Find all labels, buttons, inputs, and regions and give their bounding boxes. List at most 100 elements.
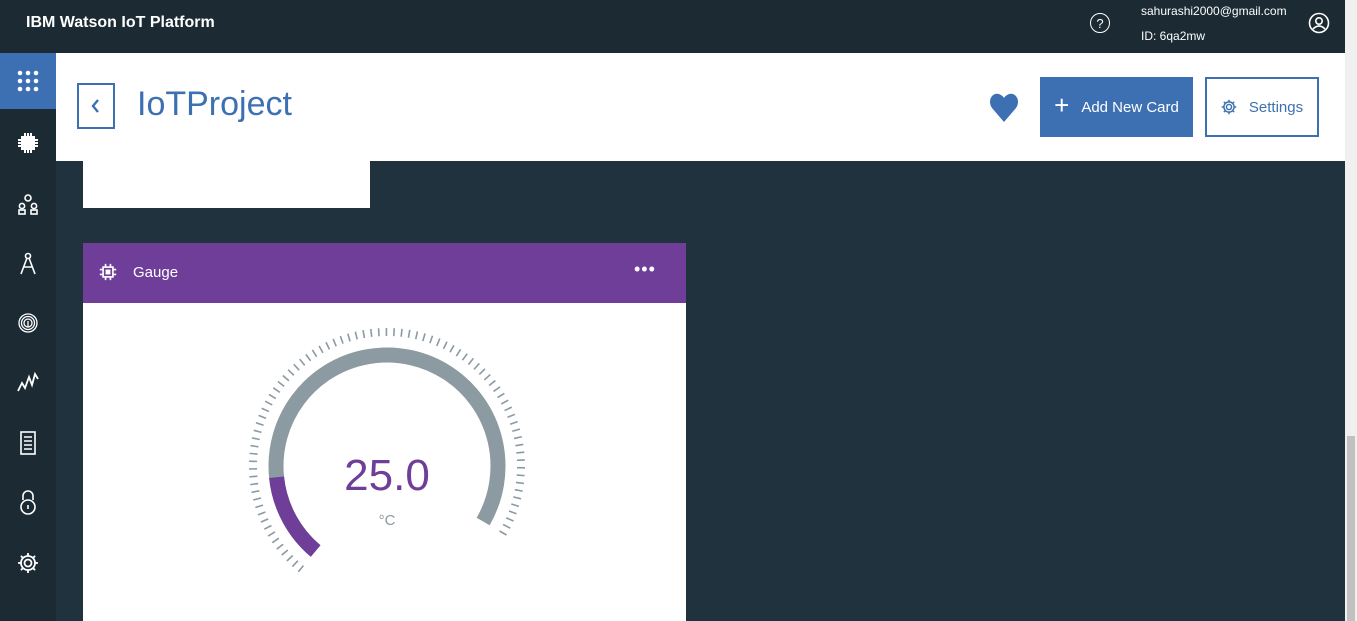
gauge-value: 25.0 — [344, 451, 430, 500]
gauge-tick — [264, 400, 273, 406]
gauge-card-title: Gauge — [133, 264, 179, 281]
gauge-tick — [281, 549, 289, 556]
user-id: ID: 6qa2mw — [1141, 29, 1206, 43]
favorite-heart-icon[interactable] — [989, 91, 1019, 123]
gauge-tick — [325, 341, 331, 350]
gauge-tick — [507, 413, 516, 419]
back-button[interactable] — [77, 83, 115, 129]
gauge-tick — [429, 335, 434, 344]
analytics-icon — [17, 371, 39, 392]
sidebar-item-analytics[interactable] — [0, 354, 56, 410]
gauge-card-header: Gauge ••• — [83, 243, 686, 303]
gauge-tick — [512, 428, 521, 433]
user-email: sahurashi2000@gmail.com — [1141, 4, 1287, 18]
gauge-tick — [286, 554, 294, 562]
gauge-tick — [249, 452, 258, 455]
scrollbar-thumb[interactable] — [1347, 436, 1355, 621]
gauge-tick — [267, 531, 276, 537]
members-icon — [18, 194, 38, 215]
gauge-tick — [502, 523, 511, 529]
gauge-tick — [414, 331, 419, 340]
gauge-tick — [449, 344, 455, 353]
gauge-tick — [473, 362, 480, 370]
gauge-tick — [508, 510, 517, 515]
gauge-tick — [504, 406, 513, 412]
gauge-tick — [347, 333, 351, 342]
card-menu-button[interactable]: ••• — [634, 259, 656, 280]
gauge-tick — [311, 349, 318, 358]
gauge-tick — [422, 333, 426, 342]
gauge-tick — [255, 422, 264, 427]
add-new-card-button[interactable]: + Add New Card — [1040, 77, 1193, 137]
board-header: IoTProject + Add New Card Settings — [56, 53, 1345, 161]
sidebar-item-security[interactable] — [0, 474, 56, 530]
compass-icon — [20, 252, 36, 275]
gauge-tick — [276, 543, 284, 550]
gauge-tick — [515, 443, 524, 447]
gauge-tick — [369, 328, 373, 337]
sidebar-item-members[interactable] — [0, 176, 56, 232]
gauge-tick — [478, 368, 486, 376]
gauge-unit: °C — [379, 512, 396, 529]
top-bar: IBM Watson IoT Platform ? sahurashi2000@… — [0, 0, 1357, 53]
gauge-tick — [509, 420, 518, 425]
device-chip-icon — [18, 133, 38, 153]
gauge-tick — [332, 338, 337, 347]
gauge-tick — [250, 482, 259, 486]
sidebar-item-apps[interactable] — [0, 53, 56, 109]
gauge-tick — [268, 393, 277, 400]
gauge-fill — [269, 476, 321, 557]
sidebar-item-devices[interactable] — [0, 115, 56, 171]
gauge-tick — [299, 358, 306, 366]
gauge-tick — [516, 474, 525, 477]
gauge-tick — [488, 379, 496, 387]
page-scrollbar[interactable] — [1345, 0, 1357, 621]
page-title: IoTProject — [137, 85, 292, 123]
gauge-tick — [354, 331, 358, 340]
gauge-tick — [516, 451, 525, 454]
gauge-tick — [253, 497, 262, 501]
gauge-tick — [287, 369, 295, 376]
gauge-tick — [500, 399, 509, 405]
sidebar-item-apps-compass[interactable] — [0, 236, 56, 292]
app-title: IBM Watson IoT Platform — [26, 14, 215, 31]
gauge-tick — [436, 338, 441, 347]
gauge-tick — [461, 353, 468, 361]
gauge-tick — [505, 517, 514, 522]
sidebar-item-identity[interactable] — [0, 295, 56, 351]
gauge-tick — [263, 524, 272, 530]
gauge-tick — [257, 511, 266, 516]
gauge-tick — [513, 435, 523, 440]
gauge-tick — [497, 392, 505, 399]
gauge-tick — [455, 348, 462, 357]
security-lock-icon — [20, 490, 36, 515]
gauge-tick — [258, 414, 267, 420]
gauge-tick — [250, 444, 259, 448]
settings-button[interactable]: Settings — [1205, 77, 1319, 137]
gauge-tick — [305, 353, 312, 362]
sidebar-item-reports[interactable] — [0, 415, 56, 471]
gauge-tick — [514, 488, 523, 492]
gear-icon — [1221, 99, 1237, 115]
gauge-tick — [407, 329, 411, 338]
gauge-tick — [277, 380, 285, 388]
gauge-tick — [297, 565, 305, 573]
gauge-tick — [272, 387, 281, 394]
gauge-tick — [499, 530, 507, 536]
gauge-tick — [400, 328, 403, 337]
gauge-chart: 25.0 °C — [249, 327, 525, 573]
gauge-tick — [339, 335, 344, 344]
help-icon[interactable]: ? — [1090, 13, 1110, 33]
settings-label: Settings — [1248, 98, 1304, 116]
gauge-tick — [362, 329, 366, 339]
gauge-tick — [251, 490, 260, 494]
chevron-left-icon — [91, 99, 99, 113]
device-chip-icon — [99, 263, 117, 281]
gauge-tick — [251, 437, 260, 441]
user-avatar-icon[interactable] — [1308, 12, 1330, 34]
gauge-tick — [261, 407, 270, 413]
add-new-card-label: Add New Card — [1081, 98, 1179, 116]
gauge-tick — [442, 341, 448, 350]
gauge-tick — [483, 373, 491, 381]
sidebar-item-settings[interactable] — [0, 535, 56, 591]
